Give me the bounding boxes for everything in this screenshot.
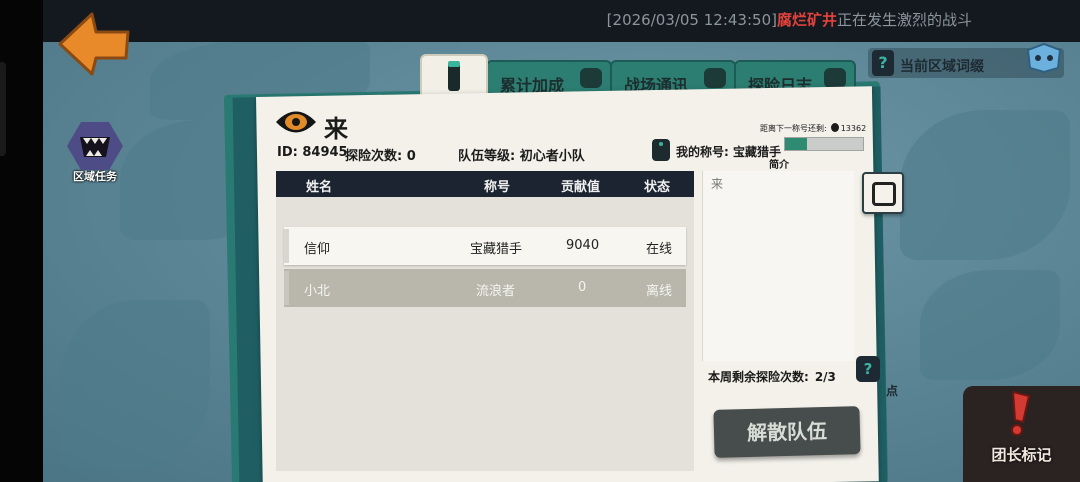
news-bar: [2026/03/05 12:43:50]腐烂矿井正在发生激烈的战斗 [43,0,1080,42]
header-status: 状态 [644,180,671,195]
question-icon: ? [863,360,873,378]
member-contribution: 0 [578,280,587,295]
edit-icon [824,68,846,88]
screen-notch [0,62,6,156]
intro-label: 简介 [769,160,789,171]
info-icon [448,61,460,91]
mask-icon [580,68,602,88]
member-contribution: 9040 [566,237,600,253]
news-time: [2026/03/05 12:43:50] [606,11,777,29]
screen-left-edge [0,0,43,482]
monster-mouth-icon [67,122,123,170]
news-place: 腐烂矿井 [776,11,837,29]
exclamation-icon [1011,390,1031,436]
member-row[interactable]: 信仰 宝藏猎手 9040 在线 [284,227,686,265]
edit-icon [872,182,896,206]
leader-mark-label: 团长标记 [991,446,1052,464]
region-task-label: 区域任务 [73,170,117,183]
member-row[interactable]: 小北 流浪者 0 离线 [284,269,686,307]
side-deco-text: 点 [886,384,899,398]
news-text: 正在发生激烈的战斗 [836,11,972,29]
title-info-icon[interactable] [652,139,670,161]
member-table: 姓名 称号 贡献值 状态 信仰 宝藏猎手 9040 在线 小北 流浪者 0 离线 [276,171,694,471]
next-title-label: 距离下一称号还剩: [760,124,827,133]
member-name: 信仰 [304,242,331,257]
game-scene: [2026/03/05 12:43:50]腐烂矿井正在发生激烈的战斗 区域任务 … [0,0,1080,482]
team-name: 来 [324,115,348,143]
member-table-header: 姓名 称号 贡献值 状态 [276,171,694,197]
background-leaf [900,110,1070,260]
blue-mascot-icon[interactable] [1024,40,1064,74]
team-level: 队伍等级: 初心者小队 [458,149,585,164]
expedition-count: 探险次数: 0 [345,149,416,164]
member-name: 小北 [304,284,331,299]
background-leaf [920,270,1060,380]
team-id: ID: 84945 [277,145,348,160]
header-title: 称号 [484,180,511,195]
background-leaf [60,300,210,470]
member-title: 流浪者 [476,284,516,299]
leader-mark-button[interactable]: 团长标记 [963,386,1080,482]
chat-icon [704,68,726,88]
back-button[interactable] [56,8,132,78]
region-task-button[interactable]: 区域任务 [64,122,126,186]
coin-icon [830,123,839,132]
member-status: 离线 [646,284,673,299]
current-region-words-label: 当前区域词缀 [900,59,984,75]
edit-intro-button[interactable] [862,172,904,214]
header-name: 姓名 [306,180,333,195]
weekly-value: 2/3 [814,370,836,384]
weekly-help-button[interactable]: ? [856,356,880,382]
disband-team-button[interactable]: 解散队伍 [713,406,861,458]
eye-icon [276,111,316,133]
header-contribution: 贡献值 [561,180,601,195]
member-title: 宝藏猎手 [470,242,523,257]
intro-text: 来 [711,177,724,191]
my-title: 我的称号: 宝藏猎手 [676,145,781,159]
battle-news: [2026/03/05 12:43:50]腐烂矿井正在发生激烈的战斗 [607,9,972,30]
next-title-value: 13362 [840,124,867,133]
next-title-info: 距离下一称号还剩: 13362 [760,123,866,134]
title-progress-fill [785,138,807,150]
title-progress-bar [784,137,864,151]
orange-back-arrow-icon [58,12,130,76]
intro-box: 来 [702,171,854,361]
question-icon: ? [872,50,894,76]
weekly-remaining: 本周剩余探险次数: 2/3 [708,368,836,385]
weekly-label: 本周剩余探险次数: [708,370,809,384]
member-status: 在线 [646,242,673,257]
